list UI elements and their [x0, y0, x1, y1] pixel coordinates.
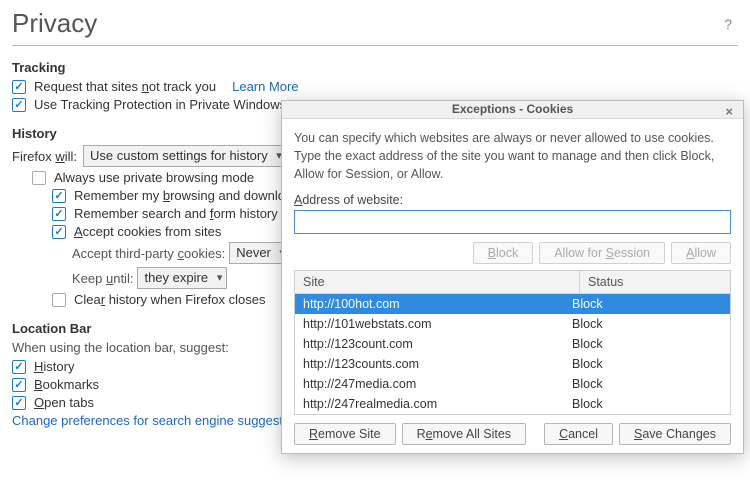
dialog-titlebar[interactable]: Exceptions - Cookies ×	[282, 101, 743, 119]
suggest-history-label[interactable]: History	[34, 359, 74, 374]
remember-search-checkbox[interactable]: ✓	[52, 207, 66, 221]
action-button-row: Block Allow for Session Allow	[294, 242, 731, 264]
always-private-checkbox[interactable]: ✓	[32, 171, 46, 185]
keep-until-label: Keep until:	[72, 271, 133, 286]
block-button[interactable]: Block	[473, 242, 534, 264]
accept-cookies-label[interactable]: Accept cookies from sites	[74, 224, 221, 239]
clear-close-checkbox[interactable]: ✓	[52, 293, 66, 307]
cell-site: http://247media.com	[303, 377, 572, 391]
dialog-title: Exceptions - Cookies	[452, 102, 573, 116]
cell-site: http://101webstats.com	[303, 317, 572, 331]
col-status[interactable]: Status	[580, 271, 730, 293]
allow-session-button[interactable]: Allow for Session	[539, 242, 665, 264]
firefox-will-select[interactable]: Use custom settings for history	[83, 145, 287, 167]
clear-close-label[interactable]: Clear history when Firefox closes	[74, 292, 266, 307]
table-row[interactable]: http://100hot.comBlock	[295, 294, 730, 314]
col-site[interactable]: Site	[295, 271, 580, 293]
tracking-heading: Tracking	[12, 60, 738, 75]
keep-until-select[interactable]: they expire	[137, 267, 227, 289]
allow-button[interactable]: Allow	[671, 242, 731, 264]
cell-site: http://123counts.com	[303, 357, 572, 371]
cancel-button[interactable]: Cancel	[544, 423, 613, 445]
save-changes-button[interactable]: Save Changes	[619, 423, 731, 445]
table-row[interactable]: http://247realmedia.comBlock	[295, 394, 730, 414]
remove-all-button[interactable]: Remove All Sites	[402, 423, 527, 445]
privacy-settings-page: Privacy ? Tracking ✓ Request that sites …	[0, 0, 750, 501]
dialog-body: You can specify which websites are alway…	[282, 119, 743, 415]
address-label: Address of website:	[294, 193, 731, 207]
cell-status: Block	[572, 357, 722, 371]
change-search-link[interactable]: Change preferences for search engine sug…	[12, 413, 307, 428]
cell-status: Block	[572, 397, 722, 411]
cell-status: Block	[572, 337, 722, 351]
remove-site-button[interactable]: Remove Site	[294, 423, 396, 445]
always-private-label[interactable]: Always use private browsing mode	[54, 170, 254, 185]
remember-search-label[interactable]: Remember search and form history	[74, 206, 278, 221]
table-header[interactable]: Site Status	[295, 271, 730, 294]
cell-status: Block	[572, 297, 722, 311]
close-icon[interactable]: ×	[721, 104, 737, 119]
tracking-protection-checkbox[interactable]: ✓	[12, 98, 26, 112]
suggest-bookmarks-label[interactable]: Bookmarks	[34, 377, 99, 392]
suggest-opentabs-checkbox[interactable]: ✓	[12, 396, 26, 410]
table-row[interactable]: http://101webstats.comBlock	[295, 314, 730, 334]
table-body: http://100hot.comBlockhttp://101webstats…	[295, 294, 730, 414]
tracking-protection-label[interactable]: Use Tracking Protection in Private Windo…	[34, 97, 286, 112]
cell-site: http://247realmedia.com	[303, 397, 572, 411]
cell-site: http://123count.com	[303, 337, 572, 351]
table-row[interactable]: http://123counts.comBlock	[295, 354, 730, 374]
table-row[interactable]: http://247media.comBlock	[295, 374, 730, 394]
dnt-checkbox[interactable]: ✓	[12, 80, 26, 94]
tracking-learn-more-link[interactable]: Learn More	[232, 79, 298, 94]
cookies-exceptions-dialog: Exceptions - Cookies × You can specify w…	[281, 100, 744, 454]
exceptions-table: Site Status http://100hot.comBlockhttp:/…	[294, 270, 731, 415]
title-row: Privacy ?	[12, 8, 738, 46]
suggest-bookmarks-checkbox[interactable]: ✓	[12, 378, 26, 392]
dialog-bottom-row: Remove Site Remove All Sites Cancel Save…	[282, 415, 743, 453]
page-title: Privacy	[12, 8, 718, 39]
dialog-description: You can specify which websites are alway…	[294, 129, 731, 183]
table-row[interactable]: http://123count.comBlock	[295, 334, 730, 354]
dnt-label[interactable]: Request that sites not track you	[34, 79, 216, 94]
cell-status: Block	[572, 377, 722, 391]
accept-cookies-checkbox[interactable]: ✓	[52, 225, 66, 239]
address-input[interactable]	[294, 210, 731, 234]
remember-history-checkbox[interactable]: ✓	[52, 189, 66, 203]
third-party-label: Accept third-party cookies:	[72, 246, 225, 261]
suggest-opentabs-label[interactable]: Open tabs	[34, 395, 94, 410]
cell-status: Block	[572, 317, 722, 331]
help-icon[interactable]: ?	[718, 14, 738, 34]
cell-site: http://100hot.com	[303, 297, 572, 311]
firefox-will-label: Firefox will:	[12, 149, 77, 164]
suggest-history-checkbox[interactable]: ✓	[12, 360, 26, 374]
